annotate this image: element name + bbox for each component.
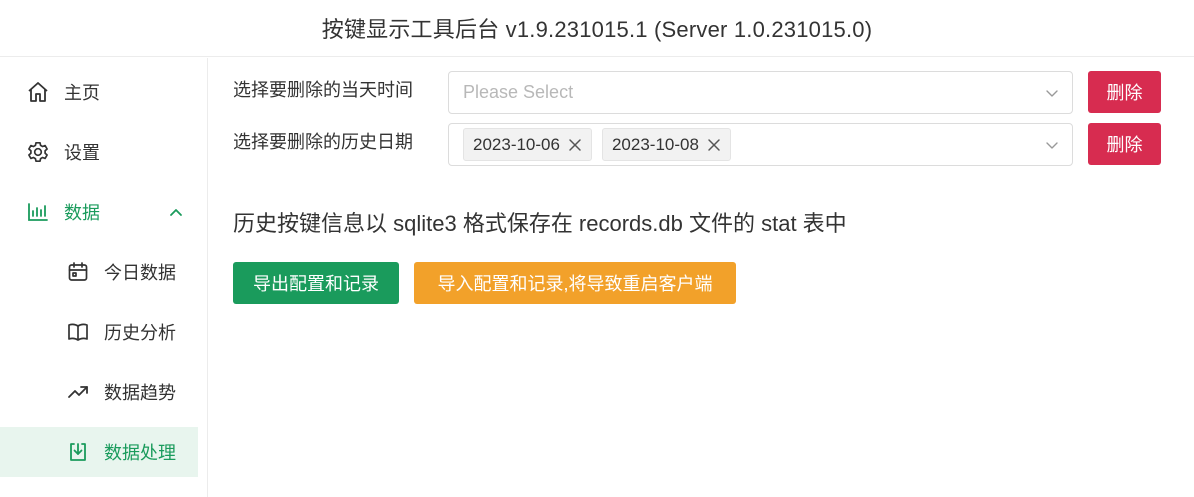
home-icon xyxy=(26,80,50,104)
sidebar-item-label: 今日数据 xyxy=(104,263,176,283)
delete-history-button[interactable]: 删除 xyxy=(1088,123,1161,165)
sidebar-item-label: 数据趋势 xyxy=(104,383,176,403)
book-icon xyxy=(66,320,90,344)
history-date-select[interactable]: 2023-10-06 2023-10-08 xyxy=(448,123,1073,166)
sidebar-item-settings[interactable]: 设置 xyxy=(0,127,198,177)
sidebar-item-history-analysis[interactable]: 历史分析 xyxy=(0,307,198,357)
date-tag-label: 2023-10-06 xyxy=(473,134,560,154)
sidebar-item-data-trend[interactable]: 数据趋势 xyxy=(0,367,198,417)
close-icon[interactable] xyxy=(707,138,721,152)
gear-icon xyxy=(26,140,50,164)
date-tag: 2023-10-06 xyxy=(463,128,592,161)
sidebar-item-data-processing[interactable]: 数据处理 xyxy=(0,427,198,477)
chevron-down-icon xyxy=(1046,142,1058,149)
chevron-up-icon xyxy=(170,209,182,216)
import-button[interactable]: 导入配置和记录,将导致重启客户端 xyxy=(414,262,736,304)
delete-today-label: 选择要删除的当天时间 xyxy=(233,80,413,100)
sidebar-item-home[interactable]: 主页 xyxy=(0,67,198,117)
calendar-icon xyxy=(66,260,90,284)
export-button[interactable]: 导出配置和记录 xyxy=(233,262,399,304)
title-bar: 按键显示工具后台 v1.9.231015.1 (Server 1.0.23101… xyxy=(0,0,1194,57)
trend-icon xyxy=(66,380,90,404)
main-content: 选择要删除的当天时间 Please Select 删除 选择要删除的历史日期 2… xyxy=(209,58,1194,497)
date-tag: 2023-10-08 xyxy=(601,128,731,161)
delete-today-button[interactable]: 删除 xyxy=(1088,71,1161,113)
window-title: 按键显示工具后台 v1.9.231015.1 (Server 1.0.23101… xyxy=(321,17,873,42)
sidebar-item-label: 历史分析 xyxy=(104,323,176,343)
today-time-select[interactable]: Please Select xyxy=(448,71,1073,114)
sidebar-group-data[interactable]: 数据 xyxy=(0,187,198,237)
sidebar-item-label: 设置 xyxy=(64,143,100,163)
bar-chart-icon xyxy=(26,200,50,224)
sidebar-item-today-data[interactable]: 今日数据 xyxy=(0,247,198,297)
delete-history-label: 选择要删除的历史日期 xyxy=(233,132,413,152)
sidebar-item-label: 数据处理 xyxy=(104,443,176,463)
chevron-down-icon xyxy=(1046,90,1058,97)
close-icon[interactable] xyxy=(568,138,582,152)
sidebar: 主页 设置 数据 今日数据 历史分析 数据趋势 数据处理 xyxy=(0,58,208,497)
today-time-placeholder: Please Select xyxy=(463,82,574,102)
date-tag-label: 2023-10-08 xyxy=(611,134,699,154)
storage-info-text: 历史按键信息以 sqlite3 格式保存在 records.db 文件的 sta… xyxy=(233,211,847,236)
sidebar-item-label: 主页 xyxy=(64,83,100,103)
sidebar-item-label: 数据 xyxy=(64,203,100,223)
download-icon xyxy=(66,440,90,464)
